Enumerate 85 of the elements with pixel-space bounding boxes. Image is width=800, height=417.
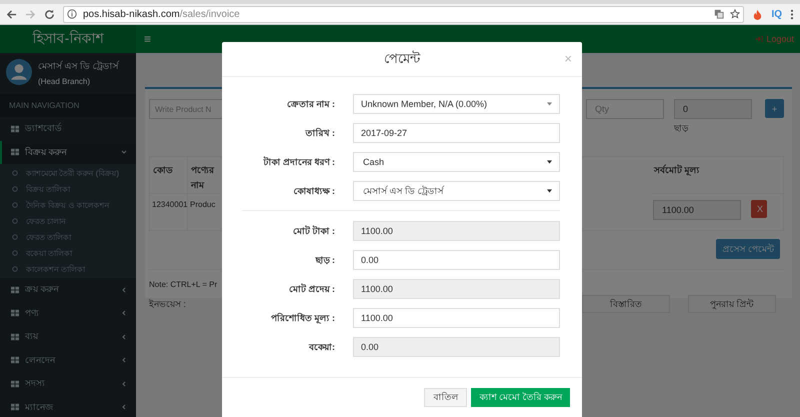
note-text: Note: CTRL+L = Pr — [149, 280, 218, 289]
chevron-left-icon — [121, 357, 127, 364]
circle-icon — [12, 186, 18, 192]
add-button[interactable]: + — [765, 99, 784, 118]
field-label: বকেয়া: — [308, 340, 335, 354]
extension-button[interactable]: IQ — [771, 8, 782, 20]
discount-label: ছাড় — [674, 122, 690, 135]
reload-icon[interactable] — [44, 8, 55, 20]
field-label: ছাড় : — [314, 254, 335, 266]
discount-field[interactable]: 0 — [674, 99, 752, 119]
grid-icon — [11, 332, 19, 341]
close-button[interactable]: × — [564, 51, 572, 66]
input-field[interactable]: 2017-09-27 — [353, 123, 560, 143]
circle-icon — [12, 218, 18, 224]
cancel-button[interactable]: বাতিল — [424, 388, 468, 407]
chevron-left-icon — [121, 404, 127, 410]
circle-icon — [12, 202, 18, 208]
caret-icon — [547, 189, 552, 193]
user-branch: (Head Branch) — [38, 76, 92, 86]
grid-icon — [11, 148, 19, 156]
sidebar-item[interactable]: লেনদেন — [0, 348, 136, 372]
field-label: তারিখ : — [304, 126, 335, 140]
avatar — [6, 59, 32, 85]
circle-icon — [12, 266, 18, 272]
caret-icon — [547, 160, 552, 164]
chevron-left-icon — [121, 310, 127, 316]
circle-icon — [12, 250, 18, 256]
app-logo[interactable]: হিসাব-নিকাশ — [0, 25, 136, 53]
readonly-field[interactable]: 1100.00 — [353, 279, 560, 299]
grid-icon — [11, 403, 19, 412]
circle-icon — [12, 170, 18, 176]
field-label: টাকা প্রদানের ধরণ : — [262, 155, 335, 168]
readonly-field[interactable]: 1100.00 — [353, 221, 560, 241]
sidebar-item[interactable]: ব্যয় — [0, 325, 136, 348]
grid-icon — [11, 124, 19, 133]
sign-out-icon — [755, 35, 764, 43]
flame-icon[interactable] — [752, 8, 764, 20]
table-cell: 12340001 — [152, 200, 188, 209]
grid-icon — [11, 356, 19, 364]
sidebar-item[interactable]: পণ্য — [0, 302, 136, 325]
field-label: কোষাধ্যক্ষ : — [292, 184, 335, 198]
star-icon[interactable] — [730, 9, 740, 19]
sidebar-item[interactable]: ম্যানেজ — [0, 396, 136, 417]
user-name: মেসার্স এস ডি ট্রেডার্স — [38, 60, 119, 72]
address-bar[interactable]: pos.hisab-nikash.com/sales/invoice — [63, 6, 744, 22]
grid-icon — [11, 286, 19, 294]
field-label: মোট টাকা : — [292, 224, 335, 238]
total-field: 1100.00 — [653, 200, 741, 220]
menu-icon[interactable] — [790, 8, 794, 20]
info-icon[interactable] — [67, 9, 77, 19]
submit-button[interactable]: ক্যাশ মেমো তৈরি করুন — [471, 388, 570, 407]
translate-icon[interactable] — [714, 9, 724, 19]
circle-icon — [12, 234, 18, 240]
field-label: ক্রেতার নাম : — [286, 98, 335, 110]
grid-icon — [11, 309, 19, 318]
chevron-down-icon — [121, 149, 127, 156]
dropdown[interactable]: মেসার্স এস ডি ট্রেডার্স — [353, 181, 560, 201]
field-label: মোট প্রদেয় : — [288, 282, 335, 296]
grid-icon — [11, 380, 19, 388]
invoice-label: ইনভয়েস : — [149, 298, 186, 310]
menu-toggle[interactable]: ≡ — [144, 32, 152, 46]
column-header: কোড — [150, 157, 188, 194]
dropdown[interactable]: Cash — [353, 152, 560, 172]
caret-icon — [547, 102, 552, 106]
chevron-left-icon — [121, 286, 127, 293]
sidebar-item[interactable]: ড্যাশবোর্ড — [0, 117, 136, 140]
field-label: পরিশোধিত মূল্য : — [270, 312, 335, 326]
column-header: পণ্যের নাম — [188, 157, 220, 194]
chevron-left-icon — [121, 380, 127, 387]
sidebar-item[interactable]: ক্রয় করুন — [0, 278, 136, 302]
invoice-button[interactable]: পুনরায় প্রিন্ট — [688, 295, 776, 313]
dialog-title: পেমেন্ট — [384, 50, 420, 68]
invoice-button[interactable]: বিস্তারিত — [582, 295, 670, 313]
process-payment-button[interactable]: প্রসেস পেমেন্ট — [716, 239, 780, 259]
remove-button[interactable]: X — [751, 200, 767, 218]
nav-heading: MAIN NAVIGATION — [0, 94, 136, 117]
sidebar-item[interactable]: সদস্য — [0, 372, 136, 396]
column-header: সর্বমোট মূল্য — [651, 157, 749, 194]
dropdown[interactable]: Unknown Member, N/A (0.00%) — [353, 94, 560, 114]
back-icon[interactable] — [6, 8, 17, 20]
chevron-left-icon — [121, 334, 127, 340]
input-field[interactable]: 0.00 — [353, 250, 560, 270]
input-field[interactable]: 1100.00 — [353, 308, 560, 328]
table-cell: Produc — [190, 200, 216, 209]
readonly-field[interactable]: 0.00 — [353, 337, 560, 357]
